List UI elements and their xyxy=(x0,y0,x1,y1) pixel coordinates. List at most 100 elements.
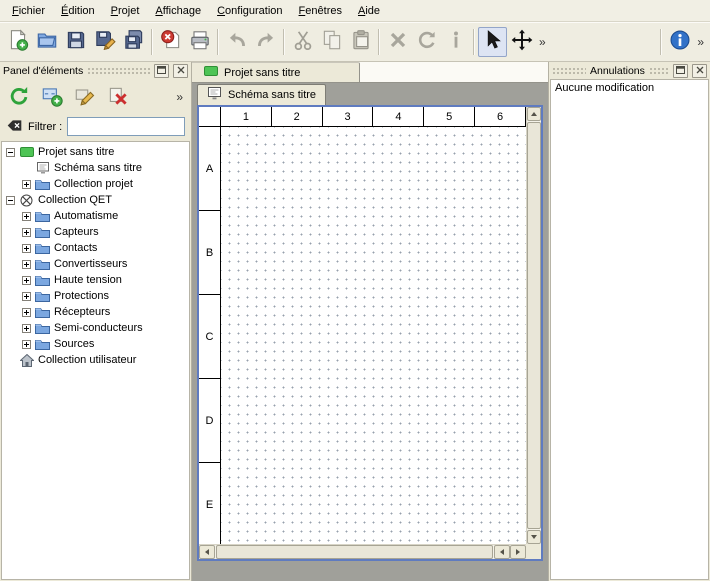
new-document-button[interactable] xyxy=(3,27,32,57)
tree-item-haute-tension[interactable]: Haute tension xyxy=(2,272,189,288)
tree-item-collection-qet[interactable]: Collection QET xyxy=(2,192,189,208)
vertical-scrollbar[interactable] xyxy=(526,107,541,544)
delete-element-button[interactable] xyxy=(104,83,132,111)
filter-input[interactable] xyxy=(67,117,185,136)
pan-mode-button[interactable] xyxy=(507,27,536,57)
tree-item-schema-sans-titre[interactable]: Schéma sans titre xyxy=(2,160,189,176)
expand-expander-icon[interactable] xyxy=(22,228,31,237)
horizontal-scrollbar-thumb[interactable] xyxy=(216,545,493,559)
scrollbar-corner xyxy=(526,544,541,559)
column-ruler: 1 2 3 4 5 6 xyxy=(221,107,526,127)
close-dock-button[interactable] xyxy=(173,64,188,78)
tree-item-recepteurs[interactable]: Récepteurs xyxy=(2,304,189,320)
open-document-button[interactable] xyxy=(32,27,61,57)
menu-affichage[interactable]: Affichage xyxy=(147,2,209,20)
reload-icon xyxy=(7,84,31,111)
tree-item-capteurs[interactable]: Capteurs xyxy=(2,224,189,240)
diagram-sheet[interactable]: 1 2 3 4 5 6 A B C D E xyxy=(199,107,526,544)
save-all-button[interactable] xyxy=(119,27,148,57)
row-ruler: A B C D E xyxy=(199,127,221,544)
menu-configuration[interactable]: Configuration xyxy=(209,2,290,20)
delete-selection-button[interactable] xyxy=(383,27,412,57)
close-document-button[interactable] xyxy=(156,27,185,57)
expand-expander-icon[interactable] xyxy=(22,260,31,269)
tree-item-projet-sans-titre[interactable]: Projet sans titre xyxy=(2,144,189,160)
expand-expander-icon[interactable] xyxy=(22,180,31,189)
scroll-down-button[interactable] xyxy=(527,530,541,544)
cut-button[interactable] xyxy=(288,27,317,57)
folder-icon xyxy=(35,274,50,286)
element-information-button[interactable] xyxy=(441,27,470,57)
folder-icon xyxy=(35,306,50,318)
close-dock-button[interactable] xyxy=(692,64,707,78)
scroll-left-button-2[interactable] xyxy=(494,545,510,559)
save-as-button[interactable] xyxy=(90,27,119,57)
vertical-scrollbar-thumb[interactable] xyxy=(527,122,541,529)
cut-icon xyxy=(291,28,315,55)
horizontal-scrollbar[interactable] xyxy=(199,544,526,559)
tab-schema-sans-titre[interactable]: Schéma sans titre xyxy=(197,84,326,105)
undo-button[interactable] xyxy=(222,27,251,57)
arrow-left-icon xyxy=(205,549,209,555)
expand-expander-icon[interactable] xyxy=(22,340,31,349)
undo-list-item[interactable]: Aucune modification xyxy=(551,80,708,96)
expand-expander-icon[interactable] xyxy=(22,324,31,333)
collapse-expander-icon[interactable] xyxy=(6,148,15,157)
clear-filter-icon[interactable] xyxy=(6,117,23,137)
save-button[interactable] xyxy=(61,27,90,57)
scroll-left-button[interactable] xyxy=(199,545,215,559)
select-mode-button[interactable] xyxy=(478,27,507,57)
menu-aide[interactable]: Aide xyxy=(350,2,388,20)
rotate-selection-button[interactable] xyxy=(412,27,441,57)
dock-grip xyxy=(552,67,586,75)
menu-edition[interactable]: Édition xyxy=(53,2,103,20)
elements-panel-titlebar[interactable]: Panel d'éléments xyxy=(0,62,191,79)
undo-panel-titlebar[interactable]: Annulations xyxy=(549,62,710,79)
float-dock-button[interactable] xyxy=(154,64,169,78)
arrow-up-icon xyxy=(531,112,537,116)
expand-expander-icon[interactable] xyxy=(22,244,31,253)
float-icon xyxy=(157,65,166,77)
column-header: 6 xyxy=(475,107,526,126)
print-button[interactable] xyxy=(185,27,214,57)
diagram-information-button[interactable] xyxy=(665,27,694,57)
edit-element-button[interactable] xyxy=(71,83,99,111)
expand-expander-icon[interactable] xyxy=(22,276,31,285)
copy-button[interactable] xyxy=(317,27,346,57)
collapse-expander-icon[interactable] xyxy=(6,196,15,205)
paste-button[interactable] xyxy=(346,27,375,57)
menu-projet[interactable]: Projet xyxy=(103,2,148,20)
menu-fenetres[interactable]: Fenêtres xyxy=(291,2,350,20)
undo-icon xyxy=(225,28,249,55)
elements-panel-dock: Panel d'éléments » Filtrer : Projet sans… xyxy=(0,62,192,581)
expand-expander-icon[interactable] xyxy=(22,308,31,317)
panel-toolbar-overflow-button[interactable]: » xyxy=(173,90,186,104)
workspace: Panel d'éléments » Filtrer : Projet sans… xyxy=(0,62,710,581)
reload-collections-button[interactable] xyxy=(5,83,33,111)
tab-projet-sans-titre[interactable]: Projet sans titre xyxy=(192,62,360,82)
undo-history-list: Aucune modification xyxy=(550,79,709,580)
new-element-button[interactable] xyxy=(38,83,66,111)
tree-item-collection-utilisateur[interactable]: Collection utilisateur xyxy=(2,352,189,368)
toolbar-separator xyxy=(378,29,380,55)
tree-item-protections[interactable]: Protections xyxy=(2,288,189,304)
diagram-grid-canvas[interactable] xyxy=(221,127,526,544)
expand-expander-icon[interactable] xyxy=(22,212,31,221)
tree-item-semi-conducteurs[interactable]: Semi-conducteurs xyxy=(2,320,189,336)
tree-item-collection-projet[interactable]: Collection projet xyxy=(2,176,189,192)
scroll-up-button[interactable] xyxy=(527,107,541,121)
redo-button[interactable] xyxy=(251,27,280,57)
tree-item-automatisme[interactable]: Automatisme xyxy=(2,208,189,224)
toolbar-overflow-button[interactable]: » xyxy=(694,35,707,49)
diagram-icon xyxy=(35,162,50,174)
tree-item-convertisseurs[interactable]: Convertisseurs xyxy=(2,256,189,272)
tree-item-sources[interactable]: Sources xyxy=(2,336,189,352)
tree-item-contacts[interactable]: Contacts xyxy=(2,240,189,256)
float-dock-button[interactable] xyxy=(673,64,688,78)
toolbar-overflow-button[interactable]: » xyxy=(536,35,549,49)
scroll-right-button[interactable] xyxy=(510,545,526,559)
close-icon xyxy=(177,65,185,77)
filter-label: Filtrer : xyxy=(28,121,62,133)
menu-fichier[interactable]: Fichier xyxy=(4,2,53,20)
expand-expander-icon[interactable] xyxy=(22,292,31,301)
